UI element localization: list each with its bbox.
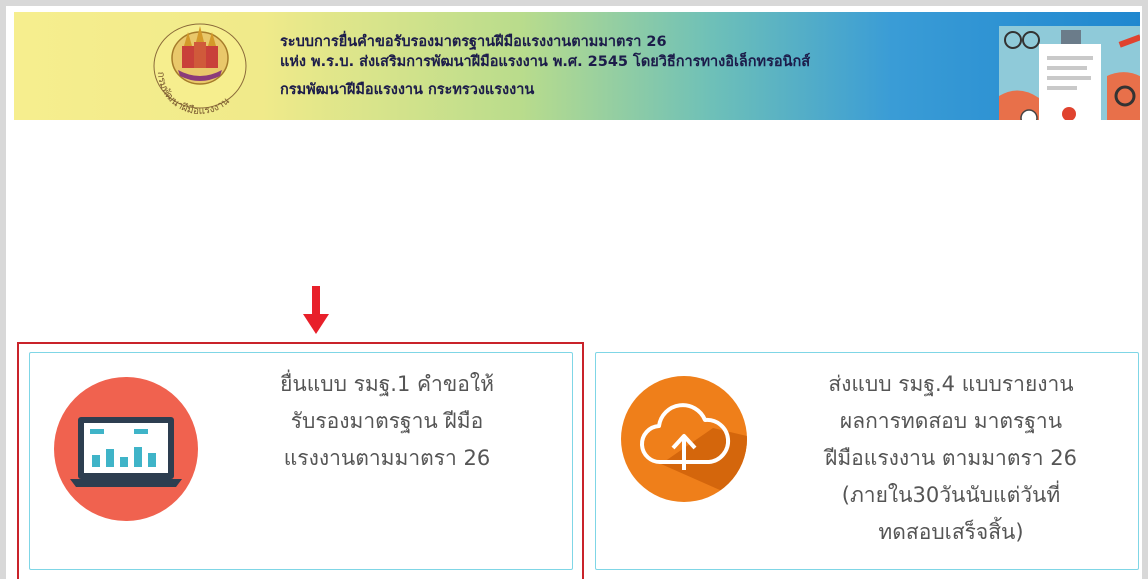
card-text-line: ฝีมือแรงงาน ตามมาตรา 26	[825, 446, 1077, 470]
send-form-rmth4-card[interactable]: ส่งแบบ รมฐ.4 แบบรายงาน ผลการทดสอบ มาตรฐา…	[595, 352, 1139, 570]
card-text-line: แรงงานตามมาตรา 26	[283, 446, 491, 470]
header-title: ระบบการยื่นคำขอรับรองมาตรฐานฝีมือแรงงานต…	[280, 32, 810, 100]
down-arrow-icon	[303, 286, 329, 334]
card-text-line: ส่งแบบ รมฐ.4 แบบรายงาน	[828, 372, 1074, 396]
cloud-upload-icon	[621, 376, 747, 502]
card-text-line: (ภายใน30วันนับแต่วันที่	[841, 483, 1061, 507]
card-text-line: ผลการทดสอบ มาตรฐาน	[839, 409, 1063, 433]
card-text-line: ทดสอบเสร็จสิ้น)	[878, 520, 1024, 544]
send-form-rmth4-label: ส่งแบบ รมฐ.4 แบบรายงาน ผลการทดสอบ มาตรฐา…	[786, 366, 1116, 551]
submit-form-rmth1-label: ยื่นแบบ รมฐ.1 คำขอให้ รับรองมาตรฐาน ฝีมื…	[242, 366, 532, 477]
card-text-line: ยื่นแบบ รมฐ.1 คำขอให้	[280, 372, 494, 396]
card-text-line: รับรองมาตรฐาน ฝีมือ	[290, 409, 484, 433]
paperwork-illustration	[999, 26, 1140, 120]
header-title-line2: แห่ง พ.ร.บ. ส่งเสริมการพัฒนาฝีมือแรงงาน …	[280, 54, 811, 70]
header-banner: กรมพัฒนาฝีมือแรงงาน ระบบการยื่นคำขอรับรอ…	[14, 12, 1140, 120]
header-title-line3: กรมพัฒนาฝีมือแรงงาน กระทรวงแรงงาน	[280, 82, 535, 98]
laptop-chart-icon	[54, 377, 198, 521]
header-title-line1: ระบบการยื่นคำขอรับรองมาตรฐานฝีมือแรงงานต…	[280, 34, 667, 50]
submit-form-rmth1-card[interactable]: ยื่นแบบ รมฐ.1 คำขอให้ รับรองมาตรฐาน ฝีมื…	[29, 352, 573, 570]
department-seal-logo: กรมพัฒนาฝีมือแรงงาน	[153, 23, 247, 116]
